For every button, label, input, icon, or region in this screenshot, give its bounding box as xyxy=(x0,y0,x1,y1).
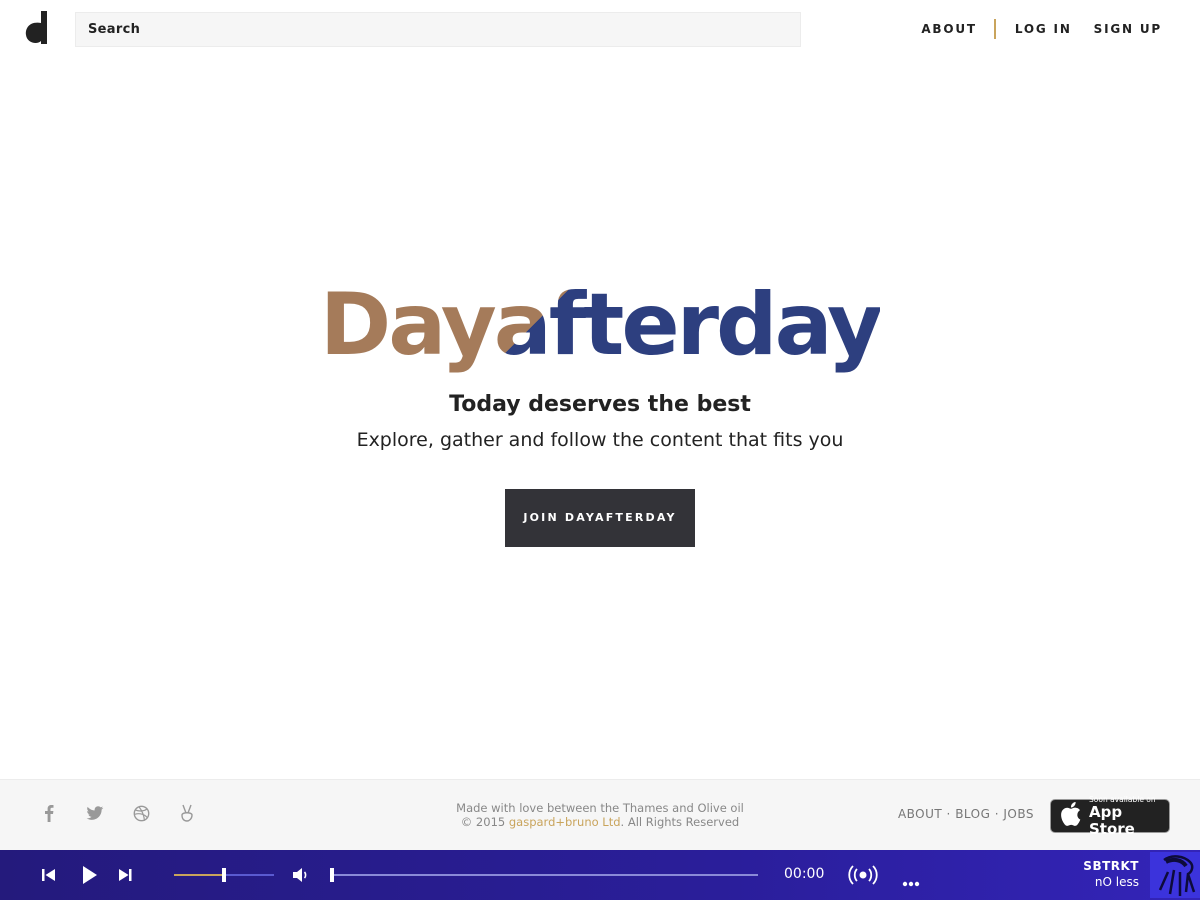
volume-slider[interactable] xyxy=(174,868,274,882)
footer: Made with love between the Thames and Ol… xyxy=(0,779,1200,850)
track-artist: SBTRKT xyxy=(1083,859,1139,873)
wordmark-wrap: Dayafterday xyxy=(320,270,883,380)
album-cover[interactable] xyxy=(1150,852,1200,898)
album-art-image xyxy=(1150,852,1200,898)
footer-link-separator: · xyxy=(990,807,1004,821)
hero: Dayafterday Today deserves the best Expl… xyxy=(0,270,1200,547)
header: ABOUT LOG IN SIGN UP xyxy=(0,0,1200,58)
now-playing[interactable]: SBTRKT nO less xyxy=(1083,859,1139,889)
music-player: 00:00 SBTRKT nO less xyxy=(0,850,1200,900)
app-store-badge[interactable]: Soon available on App Store xyxy=(1050,795,1170,837)
progress-slider[interactable] xyxy=(330,868,758,882)
speaker-icon[interactable] xyxy=(292,867,310,887)
next-track-icon[interactable] xyxy=(118,866,132,888)
previous-track-icon[interactable] xyxy=(42,866,56,888)
nav-login-link[interactable]: LOG IN xyxy=(1015,22,1072,36)
join-button[interactable]: JOIN DAYAFTERDAY xyxy=(505,489,695,547)
search-box[interactable] xyxy=(75,12,801,47)
footer-jobs-link[interactable]: JOBS xyxy=(1003,807,1034,821)
nav-signup-link[interactable]: SIGN UP xyxy=(1094,22,1162,36)
time-display: 00:00 xyxy=(784,866,825,882)
hero-tagline: Today deserves the best xyxy=(449,392,751,417)
credit-brand-link[interactable]: gaspard+bruno Ltd xyxy=(509,815,621,829)
brand-wordmark: Dayafterday xyxy=(320,270,883,380)
nav-divider xyxy=(993,19,996,39)
credit-prefix: © 2015 xyxy=(460,815,509,829)
hero-subline: Explore, gather and follow the content t… xyxy=(356,429,844,451)
footer-link-separator: · xyxy=(942,807,956,821)
search-input[interactable] xyxy=(76,13,800,46)
apple-icon xyxy=(1061,802,1081,830)
broadcast-icon[interactable] xyxy=(848,865,878,889)
track-title: nO less xyxy=(1094,875,1139,889)
footer-blog-link[interactable]: BLOG xyxy=(955,807,990,821)
logo-d-icon xyxy=(25,11,47,44)
logo[interactable] xyxy=(25,11,49,45)
progress-knob[interactable] xyxy=(330,868,334,882)
more-options-icon[interactable] xyxy=(902,872,920,891)
footer-about-link[interactable]: ABOUT xyxy=(898,807,942,821)
footer-links: ABOUT · BLOG · JOBS xyxy=(898,807,1034,821)
nav-about-link[interactable]: ABOUT xyxy=(921,22,977,36)
volume-knob[interactable] xyxy=(222,868,226,882)
credit-suffix: . All Rights Reserved xyxy=(620,815,740,829)
app-store-big-text: App Store xyxy=(1089,802,1135,838)
volume-fill xyxy=(174,874,224,876)
play-icon[interactable] xyxy=(82,865,98,889)
app-store-text: Soon available on App Store xyxy=(1089,795,1169,838)
top-nav: ABOUT LOG IN SIGN UP xyxy=(921,18,1162,40)
